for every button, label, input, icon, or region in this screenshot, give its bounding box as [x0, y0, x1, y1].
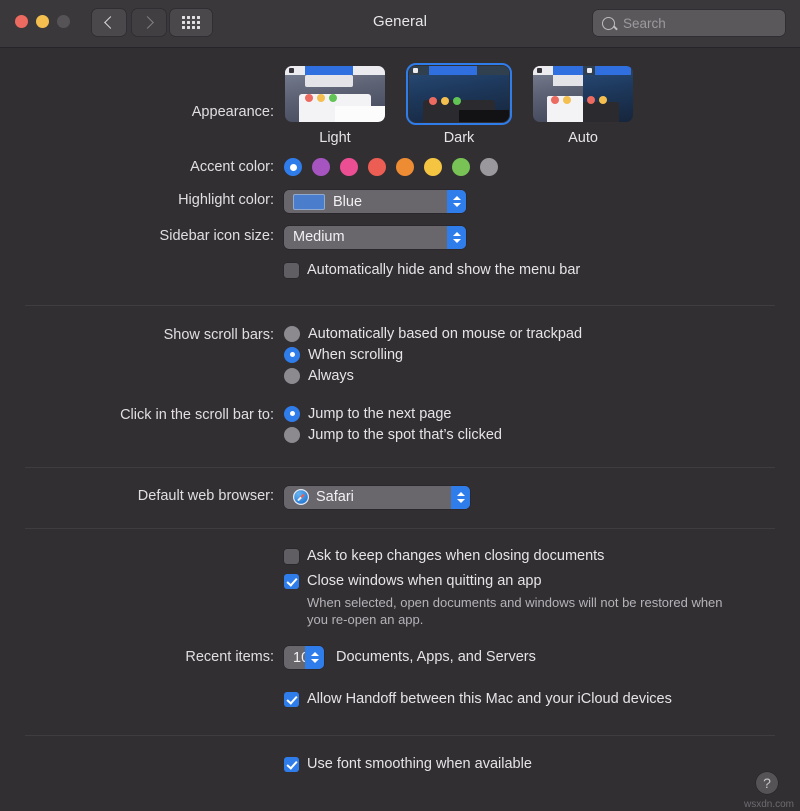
auto-hide-menu-bar-label: Automatically hide and show the menu bar	[307, 261, 581, 278]
sidebar-icon-size-label: Sidebar icon size:	[159, 227, 274, 244]
appearance-option-auto[interactable]: Auto	[532, 66, 634, 146]
font-smoothing-checkbox[interactable]	[284, 757, 299, 772]
scroll-click-option-next-page[interactable]: Jump to the next page	[284, 405, 800, 422]
default-browser-label: Default web browser:	[137, 487, 274, 504]
scroll-click-option-spot-clicked[interactable]: Jump to the spot that’s clicked	[284, 426, 800, 443]
default-browser-row: Default web browser: Safari	[0, 468, 800, 511]
option-label: Always	[308, 367, 354, 384]
search-input[interactable]	[621, 14, 775, 32]
watermark: wsxdn.com	[743, 799, 794, 810]
appearance-option-label: Auto	[568, 130, 598, 146]
radio-button[interactable]	[284, 367, 300, 384]
font-smoothing-checkbox-row[interactable]: Use font smoothing when available	[284, 755, 800, 774]
dark-appearance-thumbnail[interactable]	[405, 62, 513, 126]
accent-swatch-blue[interactable]	[284, 158, 302, 176]
search-field[interactable]	[593, 10, 785, 36]
scroll-bar-click-label: Click in the scroll bar to:	[120, 406, 274, 423]
handoff-row: Allow Handoff between this Mac and your …	[0, 669, 800, 715]
close-windows-hint: When selected, open documents and window…	[307, 595, 723, 627]
option-label: Jump to the spot that’s clicked	[308, 426, 502, 443]
font-smoothing-row: Use font smoothing when available	[0, 736, 800, 780]
ask-keep-changes-label: Ask to keep changes when closing documen…	[307, 548, 605, 564]
sidebar-icon-size-row: Sidebar icon size: Medium	[0, 215, 800, 249]
ask-keep-changes-checkbox[interactable]	[284, 549, 299, 564]
accent-color-label: Accent color:	[190, 159, 274, 175]
ask-keep-changes-row[interactable]: Ask to keep changes when closing documen…	[284, 547, 800, 566]
close-windows-row[interactable]: Close windows when quitting an app	[284, 572, 800, 591]
scroll-bars-option-auto[interactable]: Automatically based on mouse or trackpad	[284, 325, 800, 342]
highlight-color-label: Highlight color:	[178, 192, 274, 208]
scroll-bar-click-row: Click in the scroll bar to: Jump to the …	[0, 389, 800, 448]
preferences-content: Appearance: Light Dark Auto Accent color…	[0, 48, 800, 780]
recent-items-label: Recent items:	[185, 649, 274, 665]
highlight-color-row: Highlight color: Blue	[0, 176, 800, 215]
appearance-option-light[interactable]: Light	[284, 66, 386, 146]
scroll-bars-option-when-scrolling[interactable]: When scrolling	[284, 346, 800, 363]
appearance-options: Light Dark Auto	[284, 62, 800, 146]
accent-swatch-graphite[interactable]	[480, 158, 498, 176]
appearance-label: Appearance:	[191, 104, 274, 120]
accent-swatch-yellow[interactable]	[424, 158, 442, 176]
option-label: Jump to the next page	[308, 405, 452, 422]
recent-items-controls: 10 Documents, Apps, and Servers	[284, 646, 800, 669]
option-label: Automatically based on mouse or trackpad	[308, 325, 583, 342]
radio-button[interactable]	[284, 346, 300, 363]
appearance-row: Appearance: Light Dark Auto	[0, 48, 800, 146]
recent-items-suffix: Documents, Apps, and Servers	[336, 649, 536, 665]
highlight-color-value: Blue	[333, 193, 363, 210]
highlight-color-chip	[293, 193, 325, 210]
chevron-updown-icon[interactable]	[447, 225, 466, 249]
default-browser-value: Safari	[316, 489, 354, 505]
handoff-checkbox[interactable]	[284, 692, 299, 707]
documents-row: Ask to keep changes when closing documen…	[0, 529, 800, 628]
auto-hide-menu-bar-checkbox[interactable]	[284, 262, 299, 278]
scroll-bars-option-always[interactable]: Always	[284, 367, 800, 384]
chevron-updown-icon[interactable]	[305, 646, 324, 669]
chevron-updown-icon[interactable]	[447, 190, 466, 213]
help-button[interactable]: ?	[756, 772, 778, 794]
recent-items-select[interactable]: 10	[284, 646, 324, 669]
appearance-option-label: Light	[319, 130, 351, 146]
highlight-color-select[interactable]: Blue	[284, 190, 466, 213]
light-appearance-thumbnail[interactable]	[285, 66, 385, 122]
accent-swatch-pink[interactable]	[340, 158, 358, 176]
menu-bar-row: Automatically hide and show the menu bar	[0, 249, 800, 286]
recent-items-row: Recent items: 10 Documents, Apps, and Se…	[0, 628, 800, 669]
accent-swatch-red[interactable]	[368, 158, 386, 176]
sidebar-icon-size-select[interactable]: Medium	[284, 225, 466, 249]
appearance-option-label: Dark	[443, 130, 475, 146]
safari-icon	[293, 489, 309, 505]
show-scroll-bars-label: Show scroll bars:	[163, 326, 274, 343]
handoff-checkbox-row[interactable]: Allow Handoff between this Mac and your …	[284, 690, 800, 709]
search-icon	[602, 16, 615, 30]
accent-color-swatches	[284, 158, 800, 176]
radio-button[interactable]	[284, 426, 300, 443]
default-browser-select[interactable]: Safari	[284, 485, 470, 509]
option-label: When scrolling	[308, 346, 404, 363]
system-preferences-window: General Appearance:	[0, 0, 800, 811]
auto-appearance-thumbnail[interactable]	[533, 66, 633, 122]
sidebar-icon-size-value: Medium	[293, 229, 345, 245]
accent-swatch-purple[interactable]	[312, 158, 330, 176]
radio-button[interactable]	[284, 325, 300, 342]
window-titlebar: General	[0, 0, 800, 48]
auto-hide-menu-bar-checkbox-row[interactable]: Automatically hide and show the menu bar	[284, 261, 800, 280]
chevron-updown-icon[interactable]	[451, 485, 470, 509]
show-scroll-bars-row: Show scroll bars: Automatically based on…	[0, 306, 800, 389]
font-smoothing-label: Use font smoothing when available	[307, 756, 532, 772]
handoff-label: Allow Handoff between this Mac and your …	[307, 691, 672, 707]
close-windows-label: Close windows when quitting an app	[307, 573, 542, 589]
appearance-option-dark[interactable]: Dark	[405, 62, 513, 146]
radio-button[interactable]	[284, 405, 300, 422]
close-windows-checkbox[interactable]	[284, 574, 299, 589]
accent-color-row: Accent color:	[0, 146, 800, 176]
accent-swatch-green[interactable]	[452, 158, 470, 176]
accent-swatch-orange[interactable]	[396, 158, 414, 176]
